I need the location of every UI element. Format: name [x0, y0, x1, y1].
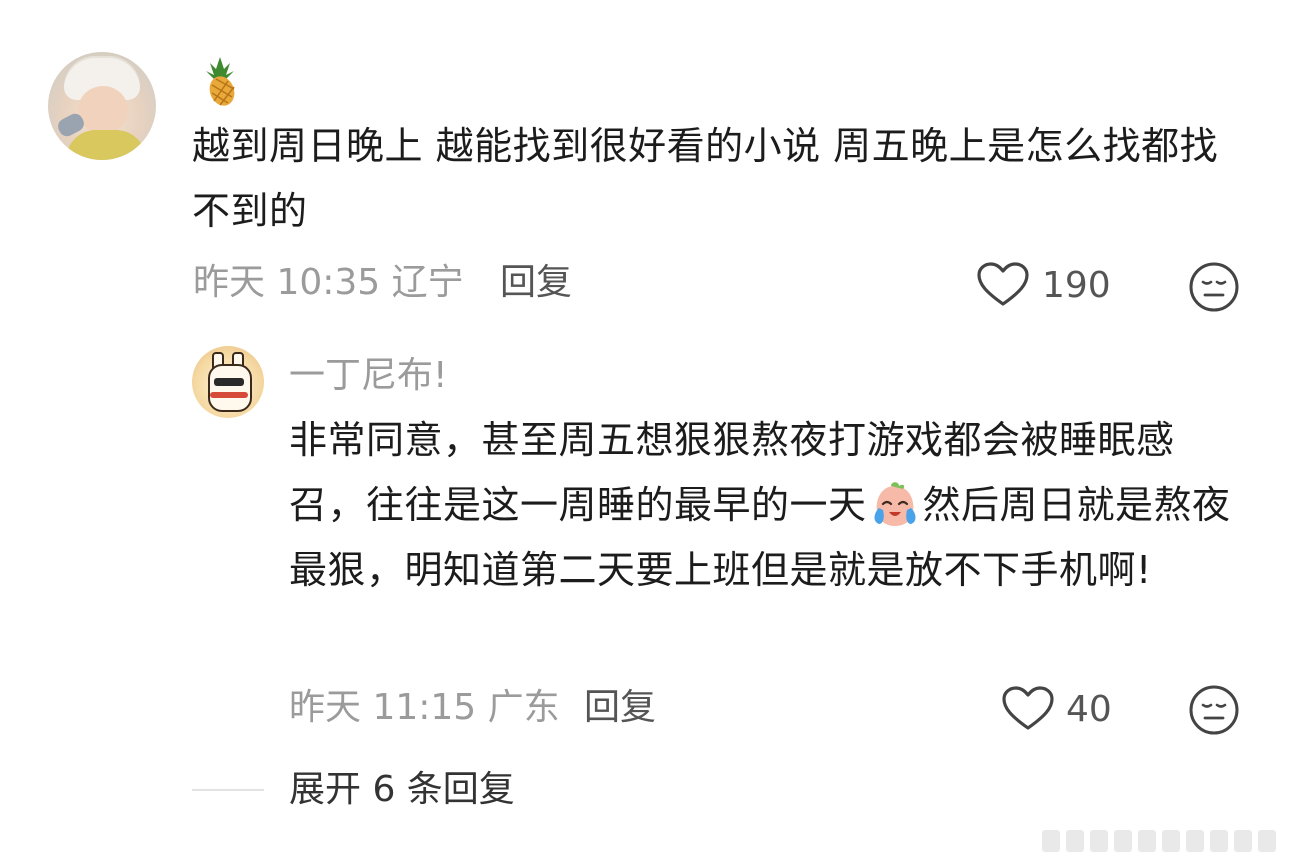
reply-like-count: 40: [1066, 689, 1112, 730]
reply-reply-button[interactable]: 回复: [584, 688, 656, 728]
expand-divider: [192, 789, 264, 791]
meh-face-icon[interactable]: [1188, 684, 1240, 736]
heart-outline-icon[interactable]: [1001, 686, 1055, 732]
expand-replies-button[interactable]: 展开 6 条回复: [289, 770, 515, 810]
pineapple-emoji: [206, 57, 235, 106]
heart-outline-icon[interactable]: [976, 262, 1030, 308]
comment-reply-button[interactable]: 回复: [500, 263, 572, 303]
meh-face-icon[interactable]: [1188, 261, 1240, 313]
reply-text: 非常同意，甚至周五想狠狠熬夜打游戏都会被睡眠感召，往往是这一周睡的最早的一天 然…: [289, 408, 1249, 603]
reply-username[interactable]: 一丁尼布!: [289, 356, 447, 396]
comment-like-count: 190: [1042, 265, 1111, 306]
reply-timestamp-location: 昨天 11:15 广东: [289, 687, 560, 728]
comment-text: 越到周日晚上 越能找到很好看的小说 周五晚上是怎么找都找不到的: [192, 124, 1219, 233]
commenter-avatar[interactable]: [48, 52, 156, 160]
crying-face-emoji: [874, 481, 916, 526]
reply-user-avatar[interactable]: [192, 346, 264, 418]
watermark-logo: [1042, 830, 1276, 852]
comment-timestamp-location: 昨天 10:35 辽宁: [193, 262, 464, 303]
